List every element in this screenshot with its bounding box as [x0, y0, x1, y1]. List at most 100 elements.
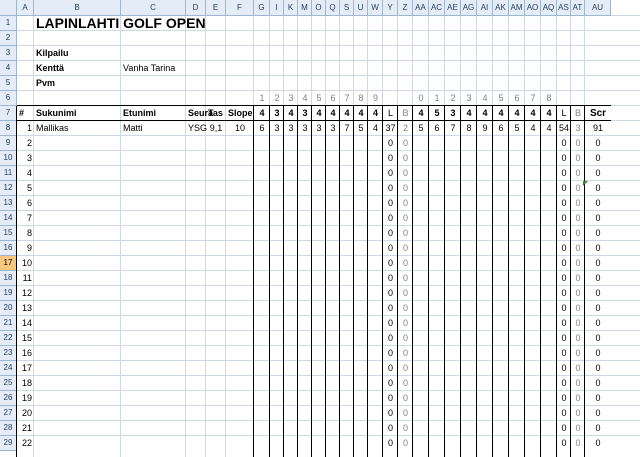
total-l-out: 0 — [387, 348, 393, 358]
row-number: 15 — [21, 333, 32, 343]
column-header-C[interactable]: C — [121, 0, 186, 16]
row-header-10[interactable]: 10 — [0, 151, 17, 166]
column-header-I[interactable]: I — [270, 0, 284, 16]
column-header-AU[interactable]: AU — [585, 0, 611, 16]
table-border-vertical — [297, 106, 298, 457]
row-header-26[interactable]: 26 — [0, 391, 17, 406]
row-header-13[interactable]: 13 — [0, 196, 17, 211]
gridline-horizontal — [17, 345, 640, 346]
score-in: 6 — [498, 123, 504, 133]
row-header-16[interactable]: 16 — [0, 241, 17, 256]
label-pvm: Pvm — [36, 78, 56, 88]
score-in: 4 — [546, 123, 552, 133]
row-header-17[interactable]: 17 — [0, 256, 17, 271]
table-border-vertical — [412, 106, 413, 457]
column-header-A[interactable]: A — [17, 0, 34, 16]
total-l-in: 0 — [561, 318, 567, 328]
total-l-in: 0 — [561, 348, 567, 358]
row-header-21[interactable]: 21 — [0, 316, 17, 331]
row-header-4[interactable]: 4 — [0, 61, 17, 76]
row-header-11[interactable]: 11 — [0, 166, 17, 181]
row-header-14[interactable]: 14 — [0, 211, 17, 226]
player-l-in: 54 — [559, 123, 570, 133]
row-header-19[interactable]: 19 — [0, 286, 17, 301]
column-header-B[interactable]: B — [34, 0, 121, 16]
row-header-29[interactable]: 29 — [0, 436, 17, 451]
column-header-W[interactable]: W — [368, 0, 383, 16]
gridline-horizontal — [17, 390, 640, 391]
row-header-9[interactable]: 9 — [0, 136, 17, 151]
score-in: 8 — [466, 123, 472, 133]
row-header-7[interactable]: 7 — [0, 106, 17, 121]
table-border-vertical — [253, 106, 254, 457]
score-in: 5 — [418, 123, 424, 133]
row-header-15[interactable]: 15 — [0, 226, 17, 241]
row-header-28[interactable]: 28 — [0, 421, 17, 436]
table-border-vertical — [311, 106, 312, 457]
column-header-AS[interactable]: AS — [557, 0, 571, 16]
row-header-25[interactable]: 25 — [0, 376, 17, 391]
table-border-vertical — [540, 106, 541, 457]
total-l-out: 0 — [387, 318, 393, 328]
column-header-O[interactable]: O — [312, 0, 326, 16]
column-header-AI[interactable]: AI — [477, 0, 493, 16]
row-header-3[interactable]: 3 — [0, 46, 17, 61]
column-header-K[interactable]: K — [284, 0, 298, 16]
par-in: 4 — [482, 108, 488, 118]
column-header-AM[interactable]: AM — [509, 0, 525, 16]
column-header-F[interactable]: F — [226, 0, 254, 16]
row-number: 2 — [26, 138, 32, 148]
header-scr: Scr — [589, 108, 607, 119]
column-header-AK[interactable]: AK — [493, 0, 509, 16]
column-header-Y[interactable]: Y — [383, 0, 398, 16]
row-header-5[interactable]: 5 — [0, 76, 17, 91]
total-l-out: 0 — [387, 423, 393, 433]
row-number: 22 — [21, 438, 32, 448]
column-header-AG[interactable]: AG — [461, 0, 477, 16]
row-header-22[interactable]: 22 — [0, 331, 17, 346]
score-out: 5 — [358, 123, 364, 133]
column-header-AT[interactable]: AT — [571, 0, 585, 16]
score-out: 7 — [344, 123, 350, 133]
column-header-M[interactable]: M — [298, 0, 312, 16]
total-b-out: 0 — [402, 198, 408, 208]
column-header-Q[interactable]: Q — [326, 0, 340, 16]
gridline-horizontal — [17, 330, 640, 331]
row-number: 5 — [26, 183, 32, 193]
row-header-8[interactable]: 8 — [0, 121, 17, 136]
column-header-AE[interactable]: AE — [445, 0, 461, 16]
row-header-18[interactable]: 18 — [0, 271, 17, 286]
select-all-corner[interactable] — [0, 0, 17, 16]
row-header-1[interactable]: 1 — [0, 16, 17, 31]
score-out: 3 — [274, 123, 280, 133]
total-b-in: 0 — [575, 438, 581, 448]
column-header-G[interactable]: G — [254, 0, 270, 16]
column-header-U[interactable]: U — [354, 0, 368, 16]
total-b-out: 0 — [402, 318, 408, 328]
row-header-20[interactable]: 20 — [0, 301, 17, 316]
row-header-27[interactable]: 27 — [0, 406, 17, 421]
row-header-6[interactable]: 6 — [0, 91, 17, 106]
par-in: 4 — [466, 108, 472, 118]
total-b-in: 0 — [575, 243, 581, 253]
row-header-23[interactable]: 23 — [0, 346, 17, 361]
hole-number-out: 3 — [288, 93, 294, 103]
column-header-AC[interactable]: AC — [429, 0, 445, 16]
column-header-E[interactable]: E — [206, 0, 226, 16]
total-l-out: 0 — [387, 273, 393, 283]
score-in: 9 — [482, 123, 488, 133]
gridline-horizontal — [17, 300, 640, 301]
row-header-12[interactable]: 12 — [0, 181, 17, 196]
column-header-AA[interactable]: AA — [413, 0, 429, 16]
column-header-AO[interactable]: AO — [525, 0, 541, 16]
hole-number-out: 6 — [330, 93, 336, 103]
row-header-2[interactable]: 2 — [0, 31, 17, 46]
total-l-in: 0 — [561, 273, 567, 283]
row-header-24[interactable]: 24 — [0, 361, 17, 376]
column-header-Z[interactable]: Z — [398, 0, 413, 16]
spreadsheet[interactable]: A B C D E F G I K M O Q S U W Y Z AA AC AE AG AI AK AM AO AQ AS AT A… — [0, 0, 640, 457]
column-header-AQ[interactable]: AQ — [541, 0, 557, 16]
total-b-in: 0 — [575, 408, 581, 418]
column-header-D[interactable]: D — [186, 0, 206, 16]
column-header-S[interactable]: S — [340, 0, 354, 16]
